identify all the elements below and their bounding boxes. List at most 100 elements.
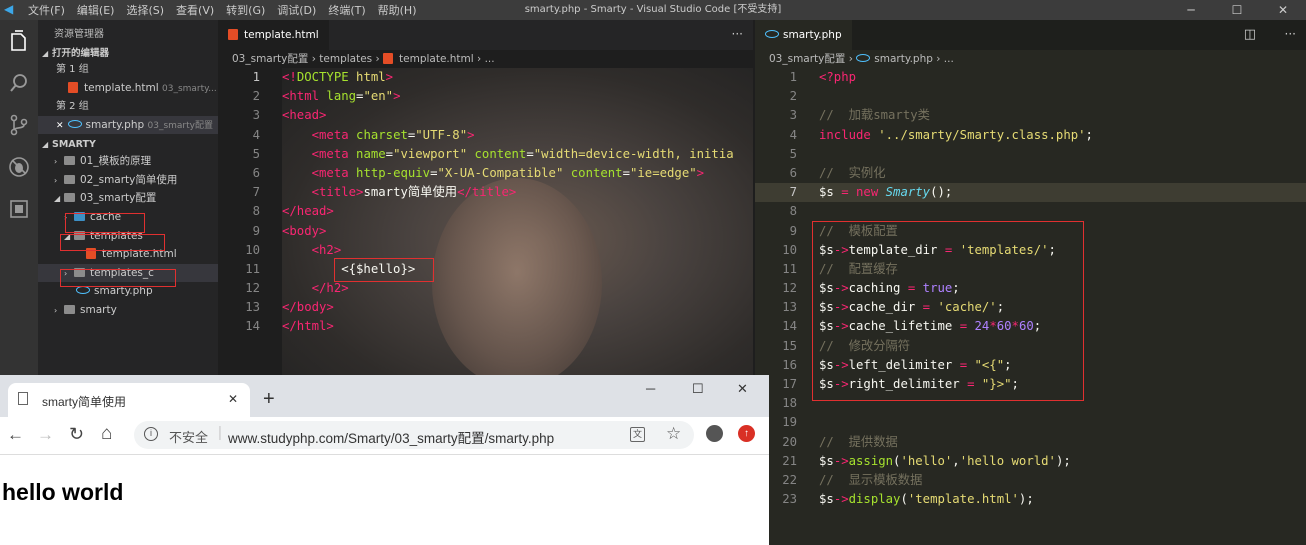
- open-editor-smarty[interactable]: ✕ smarty.php 03_smarty配置: [38, 115, 218, 135]
- line-number: 8: [789, 204, 797, 219]
- explorer-icon[interactable]: [0, 20, 38, 62]
- code-line[interactable]: 9 <body>: [218, 222, 753, 241]
- code-line[interactable]: 8: [755, 202, 1306, 221]
- code-text: $s->assign('hello','hello world');: [819, 452, 1071, 471]
- line-number: 6: [252, 165, 260, 180]
- browser-toolbar: ← → ↻ ⌂ i 不安全 | www.studyphp.com/Smarty/…: [0, 417, 769, 455]
- folder-icon: [64, 156, 75, 166]
- tab-template-html[interactable]: template.html: [218, 20, 329, 50]
- url-text[interactable]: www.studyphp.com/Smarty/03_smarty配置/smar…: [228, 427, 554, 447]
- browser-tab[interactable]: smarty简单使用 ✕: [8, 383, 250, 417]
- code-line[interactable]: 5: [755, 145, 1306, 164]
- code-token: $s: [819, 453, 834, 468]
- extensions-icon[interactable]: [0, 188, 38, 230]
- crumb-symbol[interactable]: ...: [485, 53, 495, 65]
- code-token: // 实例化: [819, 165, 886, 180]
- menu-file[interactable]: 文件(F): [22, 2, 71, 18]
- code-line[interactable]: 5 <meta name="viewport" content="width=d…: [218, 145, 753, 164]
- line-number: 11: [245, 261, 260, 276]
- project-section[interactable]: ◢ SMARTY: [38, 137, 218, 152]
- update-icon[interactable]: ↑: [738, 425, 755, 442]
- code-token: <h2>: [311, 242, 342, 257]
- menu-terminal[interactable]: 终端(T): [322, 2, 371, 18]
- code-line[interactable]: 23 $s->display('template.html');: [755, 490, 1306, 509]
- code-line[interactable]: 7 $s = new Smarty();: [755, 183, 1306, 203]
- explorer-sidebar: 资源管理器 ◢ 打开的编辑器 第 1 组 template.html 03_sma…: [38, 20, 218, 380]
- forward-button[interactable]: →: [37, 425, 54, 445]
- code-line[interactable]: 1 <?php: [755, 68, 1306, 87]
- tree-item-02[interactable]: › 02_smarty简单使用: [38, 171, 218, 190]
- line-number: 14: [245, 319, 260, 334]
- debug-icon[interactable]: [0, 146, 38, 188]
- code-line[interactable]: 7 <title>smarty简单使用</title>: [218, 183, 753, 202]
- code-line[interactable]: 19: [755, 413, 1306, 432]
- reload-button[interactable]: ↻: [69, 424, 84, 445]
- tree-item-label: 02_smarty简单使用: [80, 173, 178, 186]
- open-editor-template[interactable]: template.html 03_smarty...: [38, 79, 218, 98]
- crumb-file[interactable]: template.html: [399, 53, 474, 65]
- menu-view[interactable]: 查看(V): [170, 2, 220, 18]
- code-line[interactable]: 10 <h2>: [218, 241, 753, 260]
- open-editors-section[interactable]: ◢ 打开的编辑器: [38, 46, 218, 61]
- crumb-folder[interactable]: 03_smarty配置: [232, 53, 308, 65]
- source-control-icon[interactable]: [0, 104, 38, 146]
- search-icon[interactable]: [0, 62, 38, 104]
- translate-icon[interactable]: 文: [630, 427, 645, 442]
- code-line[interactable]: 8 </head>: [218, 202, 753, 221]
- menu-goto[interactable]: 转到(G): [220, 2, 271, 18]
- close-button[interactable]: ✕: [1260, 0, 1306, 20]
- code-text: </head>: [282, 202, 334, 221]
- back-button[interactable]: ←: [7, 425, 24, 445]
- tree-item-01[interactable]: › 01_模板的原理: [38, 152, 218, 171]
- bookmark-star-icon[interactable]: ☆: [666, 424, 681, 444]
- more-actions-button[interactable]: ···: [732, 27, 743, 41]
- code-token: Smarty: [885, 185, 931, 200]
- code-line[interactable]: 3 // 加载smarty类: [755, 106, 1306, 125]
- tree-item-smarty[interactable]: › smarty: [38, 301, 218, 320]
- menu-edit[interactable]: 编辑(E): [71, 2, 121, 18]
- code-line[interactable]: 2 <html lang="en">: [218, 87, 753, 106]
- code-line[interactable]: 14 </html>: [218, 317, 753, 336]
- code-line[interactable]: 4 <meta charset="UTF-8">: [218, 126, 753, 145]
- more-actions-button[interactable]: ···: [1285, 27, 1296, 41]
- code-line[interactable]: 13 </body>: [218, 298, 753, 317]
- menu-debug[interactable]: 调试(D): [271, 2, 322, 18]
- new-tab-button[interactable]: +: [263, 388, 275, 411]
- line-number: 6: [789, 165, 797, 180]
- crumb-file[interactable]: smarty.php: [874, 53, 933, 65]
- browser-close-button[interactable]: ✕: [737, 381, 748, 397]
- code-line[interactable]: 4 include '../smarty/Smarty.class.php';: [755, 126, 1306, 145]
- crumb-symbol[interactable]: ...: [944, 53, 954, 65]
- profile-avatar-icon[interactable]: [706, 425, 723, 442]
- minimize-button[interactable]: ─: [1168, 0, 1214, 20]
- info-icon[interactable]: i: [144, 427, 158, 441]
- code-line[interactable]: 1 <!DOCTYPE html>: [218, 68, 753, 87]
- code-line[interactable]: 22// 显示模板数据: [755, 471, 1306, 490]
- code-token: content: [570, 165, 623, 180]
- close-tab-button[interactable]: ✕: [228, 392, 238, 406]
- address-bar[interactable]: i 不安全 | www.studyphp.com/Smarty/03_smart…: [134, 421, 694, 449]
- code-line[interactable]: 6 // 实例化: [755, 164, 1306, 183]
- split-editor-icon[interactable]: ◫: [1244, 27, 1256, 42]
- crumb-subfolder[interactable]: templates: [319, 53, 372, 65]
- code-token: 'template.html': [907, 492, 1019, 507]
- maximize-button[interactable]: ☐: [1214, 0, 1260, 20]
- code-line[interactable]: 12 </h2>: [218, 279, 753, 298]
- code-area[interactable]: 1 <!DOCTYPE html> 2 <html lang="en"> 3 <head>…: [218, 68, 753, 337]
- open-editor-template-path: 03_smarty...: [162, 84, 217, 94]
- code-line[interactable]: 2: [755, 87, 1306, 106]
- browser-minimize-button[interactable]: ─: [646, 381, 655, 396]
- code-line[interactable]: 20// 提供数据: [755, 433, 1306, 452]
- menu-selection[interactable]: 选择(S): [120, 2, 170, 18]
- code-line[interactable]: 6 <meta http-equiv="X-UA-Compatible" con…: [218, 164, 753, 183]
- home-button[interactable]: ⌂: [101, 423, 112, 445]
- menu-help[interactable]: 帮助(H): [372, 2, 423, 18]
- browser-maximize-button[interactable]: ☐: [692, 381, 704, 397]
- crumb-folder[interactable]: 03_smarty配置: [769, 53, 845, 65]
- tree-item-03[interactable]: ◢ 03_smarty配置: [38, 189, 218, 208]
- code-line[interactable]: 21 $s->assign('hello','hello world');: [755, 452, 1306, 471]
- code-line[interactable]: 11 <{$hello}>: [218, 260, 753, 279]
- close-editor-icon[interactable]: ✕: [56, 121, 64, 131]
- code-line[interactable]: 3 <head>: [218, 106, 753, 125]
- tab-smarty-php[interactable]: smarty.php: [755, 20, 852, 50]
